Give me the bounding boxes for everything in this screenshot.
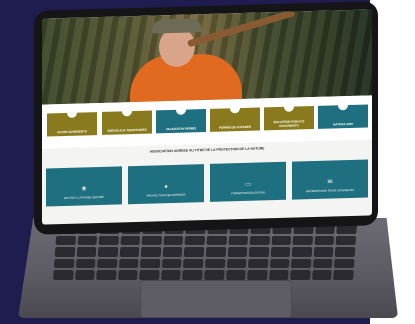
keyboard-key bbox=[205, 247, 226, 257]
refresh-icon: ↻ bbox=[176, 104, 186, 115]
drop-icon: ● bbox=[164, 184, 168, 191]
keyboard-key bbox=[96, 258, 118, 269]
keyboard-key bbox=[268, 270, 289, 280]
nav-label: BIENVE AUX TERRITOIRES bbox=[107, 127, 147, 133]
keyboard-key bbox=[312, 258, 333, 269]
keyboard-key bbox=[335, 235, 357, 246]
nav-label: BULLETINS PUBLICS DOCUMENTS bbox=[273, 119, 305, 128]
nav-territoires[interactable]: ⌖ BIENVE AUX TERRITOIRES bbox=[102, 106, 152, 135]
keyboard-key bbox=[120, 235, 141, 246]
keyboard-key bbox=[269, 258, 290, 269]
keyboard-key bbox=[291, 258, 312, 269]
keyboard-key bbox=[162, 247, 183, 257]
nav-acces-adherents[interactable]: ✿ ACCES ADHERENTS bbox=[47, 107, 97, 137]
hunter-cap bbox=[152, 18, 202, 34]
keyboard-key bbox=[226, 258, 247, 269]
nav-label: VALIDATION PERMIS bbox=[165, 126, 197, 131]
keyboard-key bbox=[291, 247, 313, 257]
keyboard-key bbox=[290, 270, 311, 280]
quick-nav: ✿ ACCES ADHERENTS ⌖ BIENVE AUX TERRITOIR… bbox=[42, 95, 372, 149]
card-battue[interactable]: ❀ BATTUE A LA PASSE SECURE bbox=[46, 166, 122, 207]
keyboard-key bbox=[292, 235, 313, 246]
keyboard-key bbox=[314, 235, 335, 246]
card-formation[interactable]: ▭ FORMATION EDUCATION bbox=[210, 161, 286, 202]
keyboard-key bbox=[270, 247, 291, 257]
keyboard-key bbox=[96, 270, 117, 280]
keyboard-key bbox=[182, 270, 203, 280]
keyboard-key bbox=[77, 235, 98, 246]
keyboard-key bbox=[97, 247, 119, 257]
keyboard-key bbox=[228, 235, 249, 246]
card-label: INFORMATIONS POUR CHASSEURS bbox=[305, 187, 355, 194]
keyboard-key bbox=[75, 258, 96, 269]
nav-label: ACCES ADHERENTS bbox=[57, 129, 87, 134]
keyboard-key bbox=[54, 247, 75, 257]
keyboard-key bbox=[225, 270, 246, 280]
card-label: BATTUE A LA PASSE SECURE bbox=[64, 194, 104, 200]
document-icon: ▤ bbox=[230, 103, 240, 114]
card-protection-especes[interactable]: ● PROTECTION DES ESPECES bbox=[128, 164, 204, 205]
nav-validation-permis[interactable]: ↻ VALIDATION PERMIS bbox=[156, 104, 206, 134]
keyboard-key bbox=[184, 247, 205, 257]
keyboard-key bbox=[118, 258, 139, 269]
keyboard-key bbox=[333, 270, 354, 280]
laptop-mockup: ✿ ACCES ADHERENTS ⌖ BIENVE AUX TERRITOIR… bbox=[0, 0, 415, 324]
chat-icon: ✉ bbox=[327, 179, 333, 186]
keyboard-key bbox=[163, 235, 184, 246]
nav-natura-2000[interactable]: ❦ NATURA 2000 bbox=[318, 100, 368, 129]
keyboard-key bbox=[335, 247, 356, 257]
keyboard-key bbox=[248, 247, 270, 257]
keyboard-key bbox=[206, 235, 227, 246]
keyboard-key bbox=[311, 270, 333, 280]
keyboard-key bbox=[55, 235, 76, 246]
leaf-icon: ✿ bbox=[67, 107, 77, 118]
nav-permis-chasser[interactable]: ▤ PERMIS DE CHASSER bbox=[210, 103, 260, 132]
keyboard-key bbox=[140, 258, 161, 269]
keyboard-key bbox=[227, 247, 248, 257]
bird-icon: ❦ bbox=[338, 100, 348, 111]
keyboard-key bbox=[141, 235, 162, 246]
nav-label: PERMIS DE CHASSER bbox=[218, 124, 251, 130]
keyboard-key bbox=[313, 247, 334, 257]
keyboard-key bbox=[184, 235, 206, 246]
hero-image bbox=[42, 9, 372, 105]
keyboard-key bbox=[247, 258, 269, 269]
nav-label: NATURA 2000 bbox=[333, 121, 353, 127]
feature-cards: ❀ BATTUE A LA PASSE SECURE ● PROTECTION … bbox=[42, 159, 372, 224]
keyboard-key bbox=[140, 247, 162, 257]
keyboard-key bbox=[183, 258, 204, 269]
keyboard-key bbox=[53, 270, 74, 280]
keyboard-key bbox=[53, 258, 75, 269]
card-label: PROTECTION DES ESPECES bbox=[146, 192, 186, 198]
keyboard-key bbox=[249, 235, 270, 246]
book-icon: ▭ bbox=[245, 181, 251, 188]
keyboard-key bbox=[247, 270, 268, 280]
keyboard-key bbox=[204, 258, 226, 269]
card-informations[interactable]: ✉ INFORMATIONS POUR CHASSEURS bbox=[292, 159, 368, 200]
touchpad bbox=[140, 280, 292, 318]
laptop-screen: ✿ ACCES ADHERENTS ⌖ BIENVE AUX TERRITOIR… bbox=[42, 9, 372, 225]
keyboard-key bbox=[160, 270, 182, 280]
keyboard-key bbox=[139, 270, 160, 280]
keyboard-key bbox=[204, 270, 225, 280]
card-label: FORMATION EDUCATION bbox=[231, 190, 265, 196]
keyboard-key bbox=[117, 270, 138, 280]
keyboard-key bbox=[98, 235, 119, 246]
keyboard-key bbox=[271, 235, 292, 246]
keyboard-key bbox=[76, 247, 97, 257]
nav-bulletins[interactable]: ⌂ BULLETINS PUBLICS DOCUMENTS bbox=[264, 101, 314, 131]
paw-icon: ❀ bbox=[81, 186, 87, 193]
pin-icon: ⌖ bbox=[122, 106, 132, 117]
house-icon: ⌂ bbox=[284, 101, 294, 112]
keyboard-key bbox=[119, 247, 140, 257]
keyboard-key bbox=[334, 258, 355, 269]
keyboard-key bbox=[74, 270, 95, 280]
keyboard-key bbox=[161, 258, 182, 269]
